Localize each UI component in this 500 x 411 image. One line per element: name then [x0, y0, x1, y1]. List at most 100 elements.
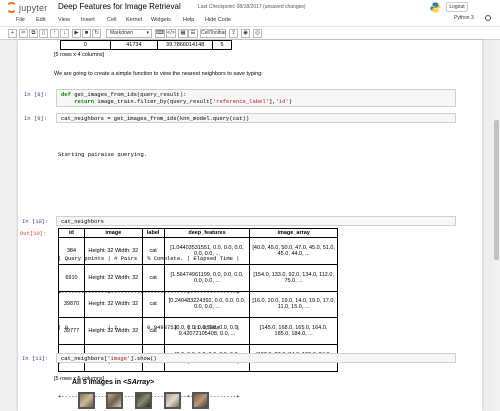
menubar: File Edit View Insert Cell Kernel Widget…	[0, 14, 500, 27]
code-icon[interactable]: </>	[166, 29, 176, 38]
cat-thumbnail-image[interactable]	[192, 392, 209, 409]
column-header: id	[58, 228, 85, 238]
table-cell: [0.0, 0.0, 0.0, 0.0, 0.0, 0.0, 9.4207210…	[163, 317, 251, 346]
table-cell: Height: 32 Width: 32	[83, 237, 143, 265]
table-cell: 39.7866014148	[157, 40, 214, 50]
prev-output-table: 0 41734 39.7866014148 5	[60, 40, 232, 50]
table-cell: 39777	[58, 317, 85, 346]
menu-help[interactable]: Help	[183, 17, 194, 23]
cell-11-prompt: In [11]:	[22, 355, 49, 362]
code-keyword: return	[74, 98, 95, 105]
code-string: 'id'	[275, 98, 289, 105]
heading-text: All 5 images in	[72, 379, 123, 386]
celltoolbar-button[interactable]: CellToolbar	[200, 29, 226, 38]
cell-8-code[interactable]: def get_images_from_ids(query_result): r…	[56, 89, 456, 107]
grid-icon[interactable]: ▦	[178, 29, 188, 38]
table-cell: [1.56474961199, 0.0, 0.0, 0.0, 0.0, 0.0,…	[163, 263, 251, 292]
cell-9-prompt: In [9]:	[24, 115, 48, 122]
cat-thumbnail-image[interactable]	[135, 392, 152, 409]
code-text: image_train.filter_by(query_result[	[94, 98, 213, 105]
eye-slash-icon[interactable]: ◎	[253, 29, 262, 38]
chevron-down-icon: ▾	[146, 30, 149, 36]
cat-thumbnail-image[interactable]	[106, 392, 123, 409]
menu-insert[interactable]: Insert	[81, 17, 95, 23]
insert-cell-button[interactable]: +	[8, 29, 17, 38]
code-string: 'image'	[107, 355, 131, 362]
column-header: image	[83, 228, 143, 238]
cell-type-value: Markdown	[110, 30, 134, 36]
kernel-indicator: Python 3	[454, 15, 474, 21]
cell-10-prompt: In [10]:	[22, 218, 49, 225]
cell-11-code[interactable]: cat_neighbors['image'].show()	[56, 353, 456, 363]
rocket-icon[interactable]: ⇪	[229, 29, 238, 38]
kernel-status-icon	[485, 15, 491, 21]
jupyter-logo-icon	[6, 2, 17, 13]
code-text: ],	[268, 98, 276, 105]
code-string: 'reference_label'	[212, 98, 269, 105]
checkpoint-status: Last Checkpoint: 08/18/2017 (unsaved cha…	[198, 4, 306, 10]
table-cell: 384	[58, 237, 85, 265]
scrollbar[interactable]	[493, 40, 500, 411]
cat-thumbnail-image[interactable]	[78, 392, 95, 409]
jupyter-window: jupyter Deep Features for Image Retrieva…	[0, 0, 500, 411]
column-header: deep_features	[163, 228, 251, 238]
toolbar: + ✂ ⧉ ▯ ↑ ↓ ▶ ■ ↻ Markdown ▾ ⌨ </> ▦ ☰ C…	[0, 27, 500, 40]
table-row: 6910 Height: 32 Width: 32 cat [1.5647496…	[58, 263, 338, 292]
move-down-icon[interactable]: ↓	[60, 29, 69, 38]
table-cell: cat	[141, 290, 165, 319]
menu-view[interactable]: View	[58, 17, 70, 23]
menu-cell[interactable]: Cell	[107, 17, 116, 23]
cat-thumbnail-image[interactable]	[164, 392, 181, 409]
table-cell: Height: 32 Width: 32	[83, 317, 143, 346]
table-cell: Height: 32 Width: 32	[83, 290, 143, 319]
table-row: 384 Height: 32 Width: 32 cat [1.04403531…	[58, 237, 338, 265]
cell-10-code[interactable]: cat_neighbors	[56, 216, 456, 226]
restart-icon[interactable]: ↻	[92, 29, 101, 38]
stop-icon[interactable]: ■	[82, 29, 91, 38]
menu-edit[interactable]: Edit	[36, 17, 45, 23]
menu-file[interactable]: File	[16, 17, 25, 23]
table-cell: [1.04403531551, 0.0, 0.0, 0.0, 0.0, 0.0,…	[163, 237, 251, 265]
cell-10-out-prompt: Out[10]:	[20, 230, 47, 237]
logo-text: jupyter	[19, 2, 48, 13]
markdown-text: We are going to create a simple function…	[54, 71, 263, 77]
table-row: 39870 Height: 32 Width: 32 cat [0.240483…	[58, 290, 338, 319]
cell-8-prompt: In [8]:	[24, 91, 48, 98]
table-cell: [16.0, 20.0, 19.0, 14.0, 19.0, 17.0, 11.…	[249, 290, 338, 319]
table-cell: [145.0, 168.0, 165.0, 164.0, 185.0, 184.…	[249, 317, 338, 346]
table-cell: cat	[141, 237, 165, 265]
table-cell: 5	[212, 40, 232, 50]
jupyter-logo[interactable]: jupyter	[6, 2, 47, 13]
paste-icon[interactable]: ▯	[39, 29, 48, 38]
move-up-icon[interactable]: ↑	[50, 29, 59, 38]
table-cell: cat	[141, 263, 165, 292]
header-bar: jupyter Deep Features for Image Retrieva…	[0, 0, 500, 14]
table-cell: 6910	[58, 263, 85, 292]
notebook-title[interactable]: Deep Features for Image Retrieval	[58, 2, 181, 11]
menu-hide-code[interactable]: Hide Code	[205, 17, 231, 23]
code-text: ].show()	[130, 355, 157, 362]
scrollbar-thumb[interactable]	[494, 120, 499, 260]
keyboard-icon[interactable]: ⌨	[155, 29, 165, 38]
menu-kernel[interactable]: Kernel	[126, 17, 142, 23]
column-header: image_array	[249, 228, 338, 238]
cut-icon[interactable]: ✂	[19, 29, 28, 38]
eye-icon[interactable]: ◉	[241, 29, 250, 38]
copy-icon[interactable]: ⧉	[29, 29, 38, 38]
output-line: Starting pairwise querying.	[58, 151, 148, 158]
table-cell: 39870	[58, 290, 85, 319]
prev-output-summary: [5 rows x 4 columns]	[54, 52, 105, 58]
list-icon[interactable]: ☰	[188, 29, 198, 38]
python-logo-icon	[430, 2, 441, 13]
table-cell: [154.0, 133.0, 92.0, 134.0, 112.0, 75.0,…	[249, 263, 338, 292]
logout-button[interactable]: Logout	[446, 2, 468, 12]
cell-9-code[interactable]: cat_neighbors = get_images_from_ids(knn_…	[56, 113, 456, 123]
table-cell: Height: 32 Width: 32	[83, 263, 143, 292]
cell-type-select[interactable]: Markdown ▾	[106, 29, 152, 38]
table-header-row: id image label deep_features image_array	[58, 228, 338, 238]
run-icon[interactable]: ▶	[72, 29, 81, 38]
sarray-heading: All 5 images in <SArray>	[72, 379, 154, 386]
code-text: cat_neighbors[	[61, 355, 108, 362]
code-keyword: def	[61, 91, 71, 98]
menu-widgets[interactable]: Widgets	[151, 17, 171, 23]
